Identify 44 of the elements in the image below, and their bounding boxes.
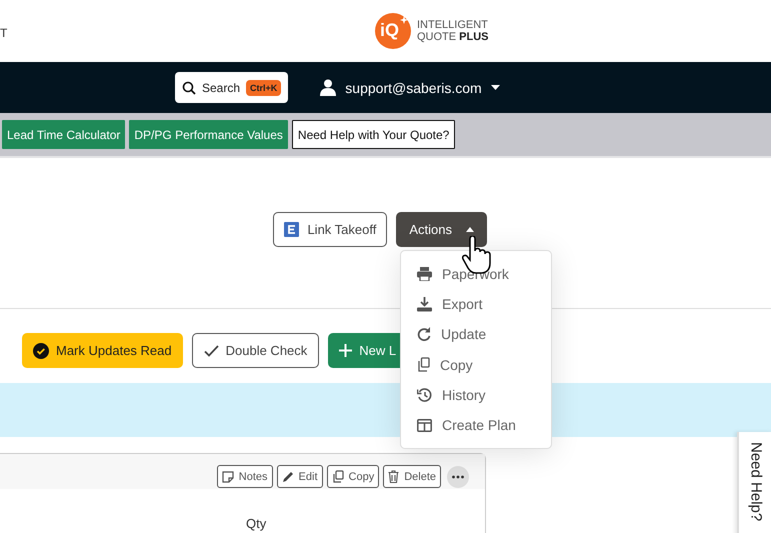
takeoff-icon <box>284 222 300 237</box>
card-button[interactable]: Delete <box>383 465 441 488</box>
actions-button[interactable]: Actions <box>396 212 487 247</box>
trash-icon <box>388 470 400 483</box>
copy-icon <box>332 470 344 483</box>
logo-text: INTELLIGENT <box>417 19 489 31</box>
link-takeoff-button[interactable]: Link Takeoff <box>273 212 388 247</box>
tool-button[interactable]: Lead Time Calculator <box>2 120 126 149</box>
help-tab[interactable]: Need Help? <box>737 432 771 533</box>
logo-badge-text: iQ <box>380 20 400 41</box>
action-button[interactable]: Mark Updates Read <box>22 333 183 368</box>
caret-icon <box>466 227 474 232</box>
card-button[interactable]: Edit <box>276 465 323 488</box>
column-header: Qty <box>246 516 266 531</box>
check-circle-icon <box>33 342 49 358</box>
printer-icon <box>417 267 432 282</box>
plus-icon <box>339 344 352 357</box>
pencil-icon <box>282 470 294 482</box>
logo-text: QUOTE PLUS <box>417 31 489 43</box>
menu-item[interactable]: Export <box>401 289 551 320</box>
logo-icon <box>374 12 412 50</box>
card-button[interactable]: Notes <box>216 465 273 488</box>
action-button[interactable]: Double Check <box>192 333 320 368</box>
history-icon <box>417 388 432 402</box>
user-icon <box>320 79 336 96</box>
note-icon <box>222 470 234 482</box>
columns-icon <box>417 418 432 432</box>
search-button[interactable]: Search Ctrl+K <box>175 72 288 103</box>
search-label: Search <box>202 80 240 94</box>
download-icon <box>417 296 432 312</box>
menu-item[interactable]: History <box>401 380 551 410</box>
tool-button[interactable]: Need Help with Your Quote? <box>292 120 456 149</box>
menu-item[interactable]: Create Plan <box>401 410 551 440</box>
user-menu[interactable]: support@saberis.com <box>320 79 500 96</box>
copy-icon <box>417 357 430 372</box>
check-icon <box>204 344 219 356</box>
tool-button[interactable]: DP/PG Performance Values <box>129 120 288 149</box>
caret-icon <box>490 85 500 90</box>
more-icon[interactable] <box>447 466 469 488</box>
card-button[interactable]: Copy <box>326 465 380 488</box>
header-text: T <box>0 26 8 40</box>
search-icon <box>182 80 196 94</box>
refresh-icon <box>417 327 431 342</box>
shortcut-badge: Ctrl+K <box>246 80 282 96</box>
